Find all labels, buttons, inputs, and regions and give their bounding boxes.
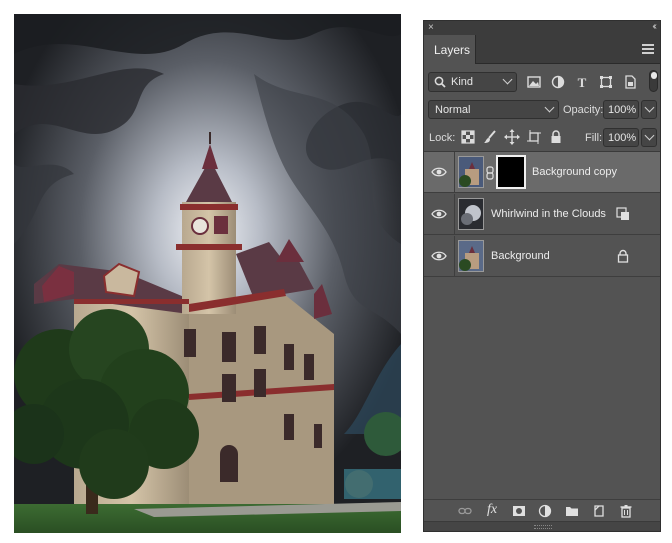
layer-name: Background copy [532, 166, 617, 178]
svg-text:T: T [578, 75, 587, 90]
opacity-label: Opacity: [563, 104, 604, 116]
divider [454, 194, 455, 234]
layer-row-background[interactable]: Background [424, 236, 660, 277]
shape-filter-icon[interactable] [598, 74, 614, 90]
chevron-down-icon [644, 102, 655, 113]
chevron-down-icon [644, 130, 655, 141]
layer-thumbnail [458, 240, 484, 272]
visibility-eye-icon[interactable] [431, 165, 447, 179]
layer-name: Whirlwind in the Clouds [491, 208, 606, 220]
divider [454, 152, 455, 192]
opacity-value: 100% [608, 104, 637, 116]
layer-mask-thumbnail[interactable] [496, 155, 526, 189]
layer-name: Background [491, 250, 550, 262]
add-mask-icon[interactable] [512, 504, 526, 518]
new-group-icon[interactable] [565, 504, 579, 518]
courthouse-photo-image [14, 14, 401, 533]
fill-dropdown-button[interactable] [641, 128, 657, 147]
fx-icon[interactable]: fx [487, 502, 505, 517]
smart-object-icon [616, 207, 629, 220]
layers-panel: × ‹‹ Layers Kind T Normal Opacity: 100% … [423, 20, 661, 532]
mask-link-chain-icon[interactable] [486, 166, 494, 180]
type-filter-icon[interactable]: T [574, 74, 590, 90]
blend-mode-select[interactable]: Normal [428, 100, 559, 119]
visibility-eye-icon[interactable] [431, 207, 447, 221]
lock-transparent-pixels-icon[interactable] [460, 129, 476, 145]
lock-icon [617, 249, 629, 263]
search-icon [434, 76, 446, 88]
smart-object-filter-icon[interactable] [622, 74, 638, 90]
lock-label: Lock: [429, 132, 456, 144]
pixel-filter-icon[interactable] [526, 74, 542, 90]
opacity-field[interactable]: 100% [603, 100, 639, 119]
filter-kind-label: Kind [451, 76, 474, 88]
panel-tab-strip: Layers [424, 35, 660, 64]
panel-resize-grip[interactable] [424, 521, 660, 531]
layers-footer-toolbar: fx [424, 499, 660, 521]
lock-image-pixels-brush-icon[interactable] [482, 129, 498, 145]
trash-icon[interactable] [619, 504, 633, 518]
filter-toggle-switch[interactable] [649, 70, 658, 92]
opacity-dropdown-button[interactable] [641, 100, 657, 119]
panel-menu-icon[interactable] [642, 44, 654, 54]
filter-kind-select[interactable]: Kind [428, 72, 517, 92]
visibility-eye-icon[interactable] [431, 249, 447, 263]
new-layer-icon[interactable] [592, 504, 606, 518]
panel-title-bar: × ‹‹ [424, 21, 660, 35]
close-panel-icon[interactable]: × [428, 22, 434, 33]
chevron-down-icon [544, 102, 555, 113]
adjustment-filter-icon[interactable] [550, 74, 566, 90]
link-layers-icon[interactable] [458, 504, 472, 518]
layer-thumbnail [458, 198, 484, 230]
layer-row-background-copy[interactable]: Background copy [424, 152, 660, 193]
document-canvas-photo[interactable] [14, 14, 401, 533]
fill-label: Fill: [585, 132, 603, 144]
lock-all-icon[interactable] [548, 129, 564, 145]
fill-field[interactable]: 100% [603, 128, 639, 147]
lock-position-move-icon[interactable] [504, 129, 520, 145]
blend-mode-value: Normal [435, 104, 471, 116]
layer-row-whirlwind-in-the-clouds[interactable]: Whirlwind in the Clouds [424, 194, 660, 235]
adjustment-layer-icon[interactable] [538, 504, 552, 518]
chevron-down-icon [502, 74, 513, 85]
layer-thumbnail [458, 156, 484, 188]
lock-artboard-icon[interactable] [526, 129, 542, 145]
divider [454, 236, 455, 276]
fill-value: 100% [608, 132, 637, 144]
collapse-panel-icon[interactable]: ‹‹ [652, 21, 656, 32]
tab-layers[interactable]: Layers [424, 35, 476, 64]
